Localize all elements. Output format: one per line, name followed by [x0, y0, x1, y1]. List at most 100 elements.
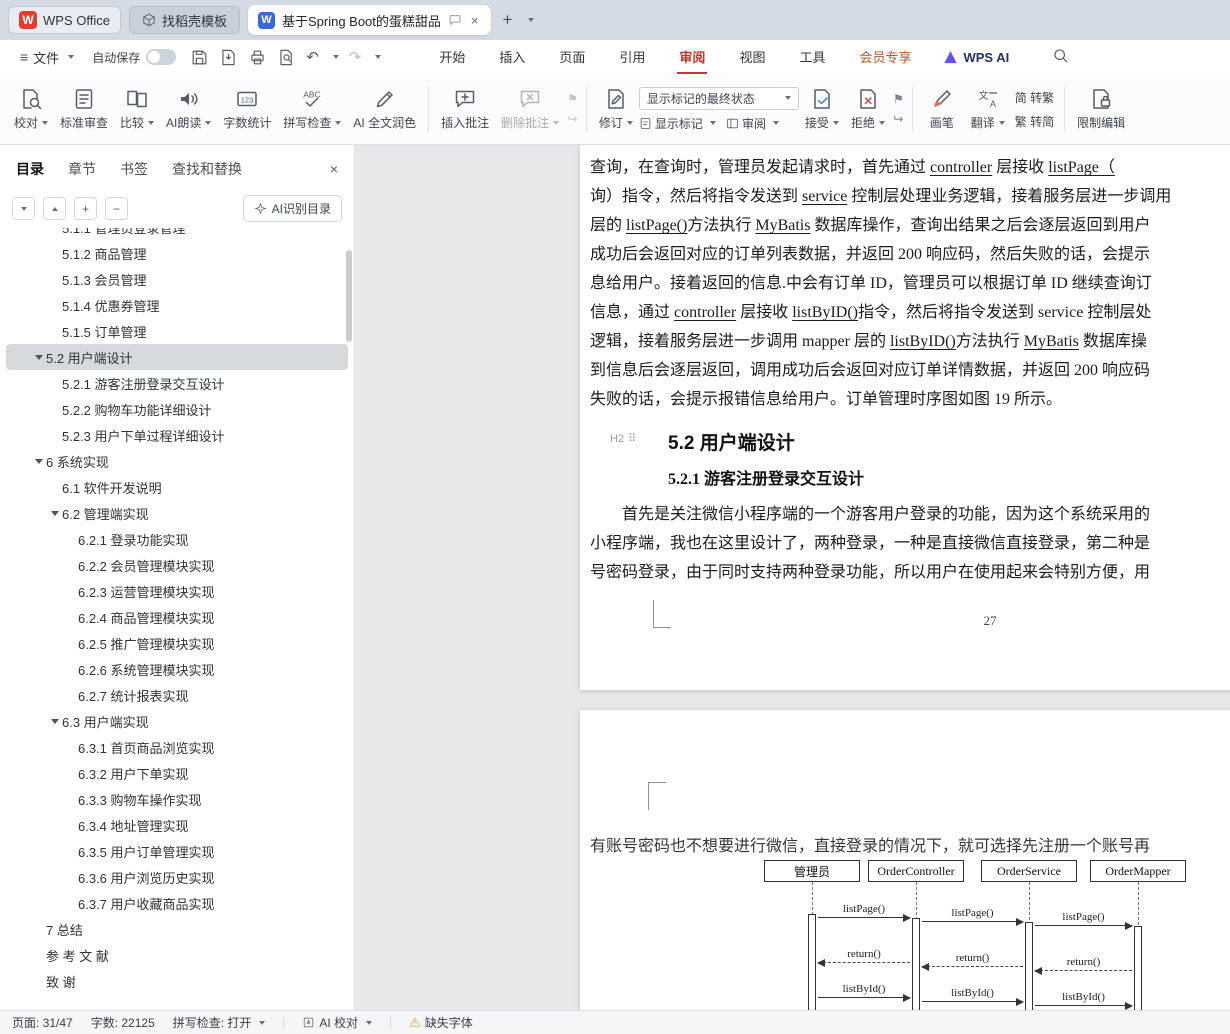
accept-revision-button[interactable]: 接受 [799, 83, 845, 135]
standard-review-button[interactable]: 标准审查 [54, 83, 114, 135]
drag-handle-icon[interactable]: ⠿ [628, 432, 636, 445]
sidebar-scrollbar[interactable] [346, 250, 352, 342]
toc-item[interactable]: 参 考 文 献 [6, 942, 348, 968]
previous-revision-button[interactable]: ⚑ [893, 93, 904, 105]
chevron-down-icon[interactable] [48, 719, 62, 724]
wps-ai-button[interactable]: WPS AI [943, 50, 1009, 65]
toc-item[interactable]: 7 总结 [6, 916, 348, 942]
chevron-down-icon[interactable] [32, 355, 46, 360]
print-icon[interactable] [248, 48, 267, 67]
spellcheck-status[interactable]: 拼写检查: 打开 [173, 1014, 266, 1031]
toc-item[interactable]: 6.3.2 用户下单实现 [6, 760, 348, 786]
menu-insert[interactable]: 插入 [497, 40, 527, 74]
toc-item[interactable]: 5.2 用户端设计 [6, 344, 348, 370]
redo-chevron-icon[interactable] [375, 55, 381, 59]
menu-member[interactable]: 会员专享 [857, 40, 913, 74]
expand-all-button[interactable] [12, 197, 35, 220]
close-tab-icon[interactable]: × [469, 13, 481, 28]
page-indicator[interactable]: 页面: 31/47 [12, 1014, 73, 1031]
translate-button[interactable]: 文A 翻译 [965, 83, 1011, 135]
toc-item[interactable]: 6.3.6 用户浏览历史实现 [6, 864, 348, 890]
toc-item[interactable]: 6.2.2 会员管理模块实现 [6, 552, 348, 578]
reject-revision-button[interactable]: 拒绝 [845, 83, 891, 135]
toc-item[interactable]: 5.2.2 购物车功能详细设计 [6, 396, 348, 422]
undo-chevron-icon[interactable] [333, 55, 339, 59]
tab-find-replace[interactable]: 查找和替换 [172, 159, 242, 179]
word-count-indicator[interactable]: 字数: 22125 [91, 1014, 155, 1031]
undo-icon[interactable]: ↶ [306, 48, 319, 66]
show-markup-dropdown[interactable]: 显示标记 [639, 115, 716, 132]
toc-item[interactable]: 6.2.3 运营管理模块实现 [6, 578, 348, 604]
search-button[interactable] [1051, 46, 1070, 68]
document-page[interactable]: 有账号密码也不想要进行微信，直接登录的情况下，就可选择先注册一个账号再 管理员O… [580, 710, 1230, 1010]
review-pane-dropdown[interactable]: 审阅 [726, 115, 779, 132]
toc-item[interactable]: 6.3.3 购物车操作实现 [6, 786, 348, 812]
toc-item[interactable]: 6.3.1 首页商品浏览实现 [6, 734, 348, 760]
ink-brush-button[interactable]: 画笔 [919, 83, 965, 135]
word-count-button[interactable]: 123 字数统计 [217, 83, 277, 135]
export-icon[interactable] [219, 48, 238, 67]
toc-item[interactable]: 5.1.1 管理员登录管理 [6, 228, 348, 240]
toc-item[interactable]: 致 谢 [6, 968, 348, 994]
toc-item[interactable]: 5.1.4 优惠券管理 [6, 292, 348, 318]
toc-item[interactable]: 6.2 管理端实现 [6, 500, 348, 526]
toc-item[interactable]: 5.1.5 订单管理 [6, 318, 348, 344]
menu-reference[interactable]: 引用 [617, 40, 647, 74]
redo-icon[interactable]: ↷ [349, 48, 362, 66]
delete-comment-button[interactable]: 删除批注 [495, 83, 565, 135]
menu-home[interactable]: 开始 [437, 40, 467, 74]
toc-item[interactable]: 6.2.5 推广管理模块实现 [6, 630, 348, 656]
ai-recognize-toc-button[interactable]: AI识别目录 [243, 195, 342, 222]
collapse-all-button[interactable] [43, 197, 66, 220]
menu-tools[interactable]: 工具 [797, 40, 827, 74]
insert-comment-button[interactable]: 插入批注 [435, 83, 495, 135]
tab-bookmarks[interactable]: 书签 [120, 159, 148, 179]
toc-item[interactable]: 5.1.2 商品管理 [6, 240, 348, 266]
ai-proofread-status[interactable]: AI 校对 [302, 1014, 372, 1031]
previous-comment-button[interactable]: ⚑ [567, 93, 578, 105]
file-menu[interactable]: ≡ 文件 [12, 48, 82, 67]
template-tab[interactable]: 找稻壳模板 [129, 6, 240, 34]
wps-office-button[interactable]: W WPS Office [8, 6, 121, 34]
toc-item[interactable]: 6.3.7 用户收藏商品实现 [6, 890, 348, 916]
tab-list-chevron-icon[interactable] [528, 18, 534, 22]
heading-level-marker[interactable]: H2 ⠿ [610, 432, 636, 445]
toc-item[interactable]: 6.3.4 地址管理实现 [6, 812, 348, 838]
simplified-to-traditional-button[interactable]: 简 转繁 [1011, 88, 1058, 107]
menu-page[interactable]: 页面 [557, 40, 587, 74]
toc-item[interactable]: 6.2.6 系统管理模块实现 [6, 656, 348, 682]
print-preview-icon[interactable] [277, 48, 296, 67]
menu-view[interactable]: 视图 [737, 40, 767, 74]
new-tab-icon[interactable]: + [499, 10, 517, 30]
menu-review[interactable]: 审阅 [677, 40, 707, 74]
zoom-out-outline-button[interactable]: − [105, 197, 128, 220]
spellcheck-button[interactable]: ABC 拼写检查 [277, 83, 347, 135]
ai-polish-button[interactable]: AI 全文润色 [347, 83, 422, 135]
document-page[interactable]: 查询，在查询时，管理员发起请求时，首先通过 controller 层接收 lis… [580, 145, 1230, 690]
close-sidebar-icon[interactable]: × [330, 161, 338, 177]
toc-item[interactable]: 5.1.3 会员管理 [6, 266, 348, 292]
toc-item[interactable]: 6.2.1 登录功能实现 [6, 526, 348, 552]
track-changes-button[interactable]: 修订 [593, 83, 639, 135]
next-revision-button[interactable]: ↪ [893, 113, 904, 125]
zoom-in-outline-button[interactable]: + [74, 197, 97, 220]
save-icon[interactable] [190, 48, 209, 67]
toc-item[interactable]: 5.2.3 用户下单过程详细设计 [6, 422, 348, 448]
chevron-down-icon[interactable] [32, 459, 46, 464]
toc-item[interactable]: 6.2.4 商品管理模块实现 [6, 604, 348, 630]
autosave-toggle[interactable] [146, 49, 176, 65]
toc-item[interactable]: 6 系统实现 [6, 448, 348, 474]
toc-item[interactable]: 6.2.7 统计报表实现 [6, 682, 348, 708]
toc-item[interactable]: 6.1 软件开发说明 [6, 474, 348, 500]
tab-toc[interactable]: 目录 [16, 159, 44, 179]
compare-button[interactable]: 比较 [114, 83, 160, 135]
proofread-button[interactable]: 校对 [8, 83, 54, 135]
chevron-down-icon[interactable] [48, 511, 62, 516]
restrict-editing-button[interactable]: 限制编辑 [1071, 83, 1131, 135]
traditional-to-simplified-button[interactable]: 繁 转简 [1011, 112, 1058, 131]
toc-item[interactable]: 6.3.5 用户订单管理实现 [6, 838, 348, 864]
ai-read-button[interactable]: AI朗读 [160, 83, 217, 135]
document-tab[interactable]: W 基于Spring Boot的蛋糕甜品 × [248, 5, 491, 35]
toc-item[interactable]: 5.2.1 游客注册登录交互设计 [6, 370, 348, 396]
next-comment-button[interactable]: ↪ [567, 113, 578, 125]
